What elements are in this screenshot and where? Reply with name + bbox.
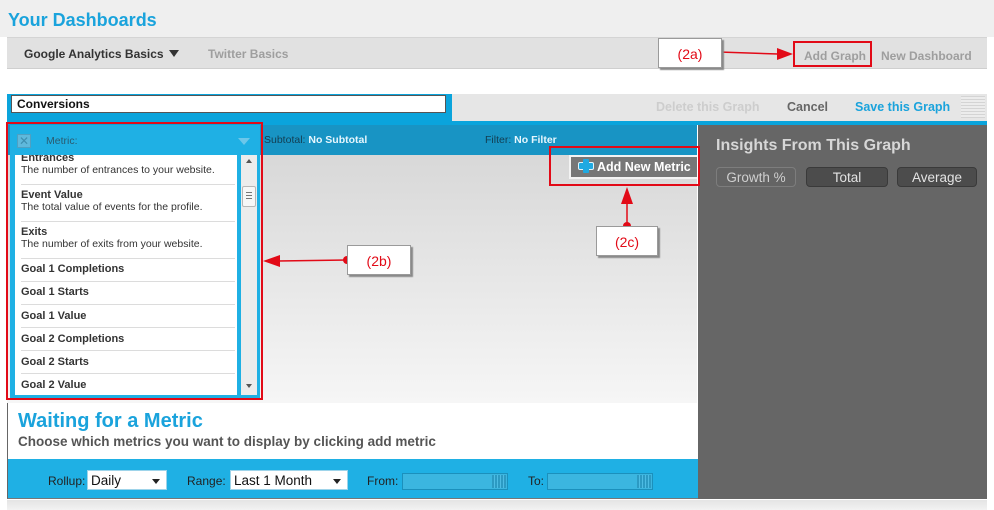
arrow-2a (715, 48, 793, 60)
annotation-callout-2b: (2b) (347, 245, 411, 275)
annotation-callout-2a: (2a) (658, 38, 722, 68)
annotation-callout-2c: (2c) (596, 226, 658, 256)
arrow-2c (621, 187, 633, 230)
arrow-2b (263, 255, 351, 267)
annotation-arrows (263, 48, 793, 267)
